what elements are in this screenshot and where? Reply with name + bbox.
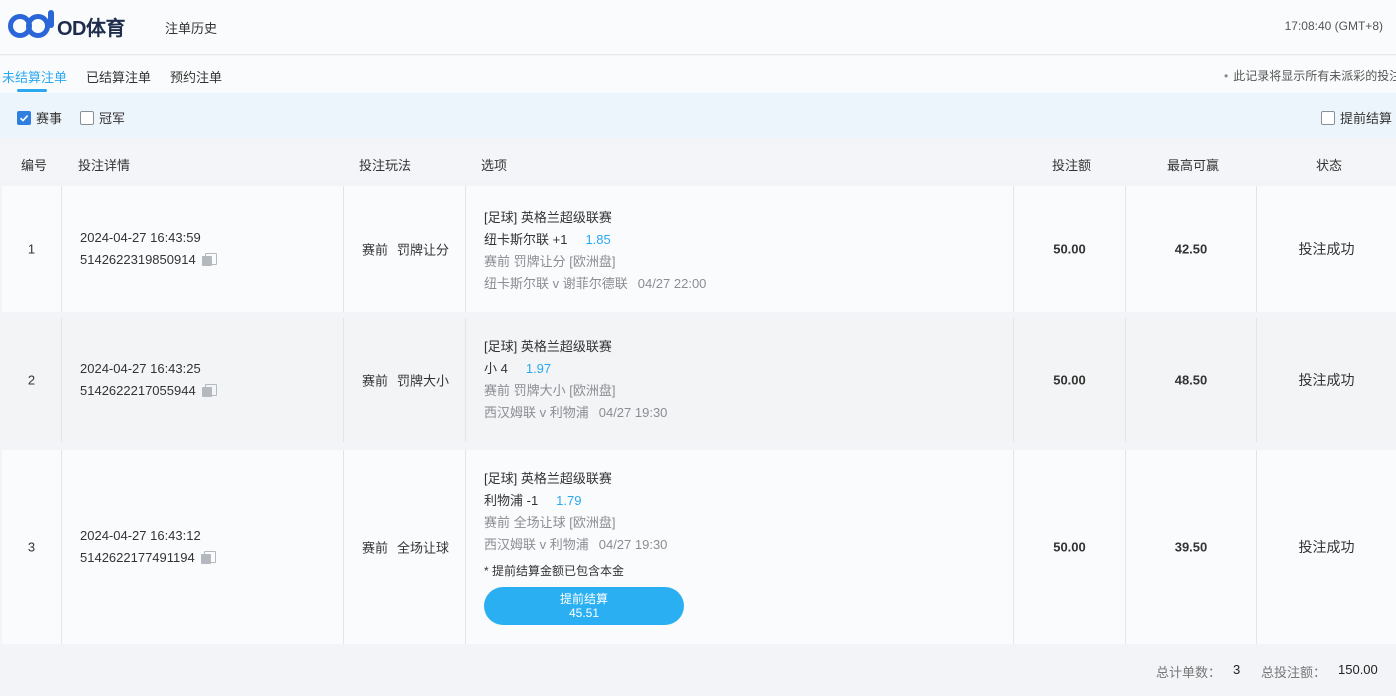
cashout-button[interactable]: 提前结算 45.51 xyxy=(484,587,684,625)
cashout-note: * 提前结算金额已包含本金 xyxy=(484,564,625,578)
bet-play: 赛前 罚牌让分 xyxy=(362,242,450,258)
stake: 50.00 xyxy=(1053,539,1086,555)
table-header: 编号 投注详情 投注玩法 选项 投注额 最高可赢 状态 xyxy=(0,145,1396,180)
market: 赛前 全场让球 [欧洲盘] xyxy=(484,515,616,530)
summary-footer: 总计单数： 3 总投注额： 150.00 xyxy=(0,648,1396,696)
top-bar: OD体育 注单历史 17:08:40 (GMT+8) xyxy=(0,0,1396,55)
max-win: 48.50 xyxy=(1174,372,1208,388)
pick: 纽卡斯尔联 +1 xyxy=(484,232,568,247)
filter-outright-label: 冠军 xyxy=(99,111,126,126)
tab-settled[interactable]: 已结算注单 xyxy=(86,67,151,86)
match: 纽卡斯尔联 v 谢菲尔德联 xyxy=(484,276,628,291)
cashout-amount: 45.51 xyxy=(568,606,600,620)
bet-option: [足球] 英格兰超级联赛 纽卡斯尔联 +1 1.85 赛前 罚牌让分 [欧洲盘] … xyxy=(484,207,706,295)
stake: 50.00 xyxy=(1053,241,1086,257)
stake: 50.00 xyxy=(1053,372,1086,388)
copy-icon[interactable] xyxy=(201,253,217,267)
status: 投注成功 xyxy=(1298,372,1355,388)
bet-play: 赛前 罚牌大小 xyxy=(362,373,450,389)
bet-detail: 2024-04-27 16:43:59 5142622319850914 xyxy=(62,227,343,271)
total-count: 3 xyxy=(1233,662,1241,677)
header-stake: 投注额 xyxy=(1052,158,1092,173)
bet-detail: 2024-04-27 16:43:12 5142622177491194 xyxy=(62,525,343,569)
odds: 1.79 xyxy=(556,493,582,508)
match: 西汉姆联 v 利物浦 xyxy=(484,537,589,552)
market: 赛前 罚牌大小 [欧洲盘] xyxy=(484,383,616,398)
header-max-win: 最高可赢 xyxy=(1167,158,1220,173)
table-row: 1 2024-04-27 16:43:59 5142622319850914 赛… xyxy=(2,186,1396,312)
header-num: 编号 xyxy=(21,158,48,173)
header-option: 选项 xyxy=(481,158,508,173)
total-stake-label: 总投注额： xyxy=(1261,665,1327,680)
max-win: 39.50 xyxy=(1174,539,1208,555)
total-count-label: 总计单数： xyxy=(1156,665,1222,680)
filter-event-checkbox[interactable]: 赛事 xyxy=(17,108,62,127)
bet-time: 2024-04-27 16:43:59 xyxy=(80,230,201,245)
league: [足球] 英格兰超级联赛 xyxy=(484,210,612,225)
logo-text: OD体育 xyxy=(57,17,126,40)
filter-bar: 赛事 冠军 提前结算 xyxy=(0,93,1396,138)
header-play: 投注玩法 xyxy=(359,158,412,173)
cashout-label: 提前结算 xyxy=(559,592,608,606)
match-time: 04/27 19:30 xyxy=(598,537,668,552)
bet-option: [足球] 英格兰超级联赛 利物浦 -1 1.79 赛前 全场让球 [欧洲盘] 西汉… xyxy=(484,468,684,625)
bet-id: 5142622217055944 xyxy=(80,383,196,398)
bet-option: [足球] 英格兰超级联赛 小 4 1.97 赛前 罚牌大小 [欧洲盘] 西汉姆联 … xyxy=(484,336,667,424)
league: [足球] 英格兰超级联赛 xyxy=(484,339,612,354)
pick: 小 4 xyxy=(484,361,508,376)
match-time: 04/27 19:30 xyxy=(598,405,668,420)
copy-icon[interactable] xyxy=(201,384,217,398)
status: 投注成功 xyxy=(1298,241,1355,257)
copy-icon[interactable] xyxy=(200,551,216,565)
header-detail: 投注详情 xyxy=(78,158,131,173)
pick: 利物浦 -1 xyxy=(484,493,539,508)
tab-unsettled[interactable]: 未结算注单 xyxy=(2,67,67,86)
bet-time: 2024-04-27 16:43:12 xyxy=(80,528,201,543)
tab-reserved[interactable]: 预约注单 xyxy=(170,67,222,86)
filter-early-settle-checkbox[interactable]: 提前结算 xyxy=(1321,108,1392,127)
checkbox-icon xyxy=(1321,110,1335,125)
notice-text: 此记录将显示所有未派彩的投注 xyxy=(1224,67,1396,84)
match: 西汉姆联 v 利物浦 xyxy=(484,405,589,420)
row-number: 3 xyxy=(27,539,36,555)
bet-time: 2024-04-27 16:43:25 xyxy=(80,361,201,376)
bet-id: 5142622319850914 xyxy=(80,252,196,267)
bet-play: 赛前 全场让球 xyxy=(362,540,450,556)
header-status: 状态 xyxy=(1316,158,1343,173)
tab-bar: 未结算注单 已结算注单 预约注单 此记录将显示所有未派彩的投注 xyxy=(0,56,1396,93)
bet-detail: 2024-04-27 16:43:25 5142622217055944 xyxy=(62,358,343,402)
total-stake: 150.00 xyxy=(1338,662,1378,677)
max-win: 42.50 xyxy=(1174,241,1208,257)
status: 投注成功 xyxy=(1298,539,1355,555)
table-row: 3 2024-04-27 16:43:12 5142622177491194 赛… xyxy=(2,450,1396,644)
market: 赛前 罚牌让分 [欧洲盘] xyxy=(484,254,616,269)
filter-event-label: 赛事 xyxy=(36,111,63,126)
odds: 1.97 xyxy=(525,361,552,376)
active-tab-indicator xyxy=(17,89,47,92)
checkbox-icon xyxy=(80,110,94,125)
logo-icon xyxy=(8,10,54,38)
table-row: 2 2024-04-27 16:43:25 5142622217055944 赛… xyxy=(2,318,1396,442)
checkbox-checked-icon xyxy=(17,110,31,125)
row-number: 1 xyxy=(27,241,36,257)
clock: 17:08:40 (GMT+8) xyxy=(1284,19,1383,33)
league: [足球] 英格兰超级联赛 xyxy=(484,471,612,486)
odds: 1.85 xyxy=(585,232,611,247)
filter-early-settle-label: 提前结算 xyxy=(1340,111,1393,126)
filter-outright-checkbox[interactable]: 冠军 xyxy=(80,108,125,127)
nav-bet-history[interactable]: 注单历史 xyxy=(165,18,217,37)
logo[interactable]: OD体育 xyxy=(8,10,126,41)
match-time: 04/27 22:00 xyxy=(637,276,707,291)
row-number: 2 xyxy=(27,372,36,388)
bet-id: 5142622177491194 xyxy=(80,550,195,565)
